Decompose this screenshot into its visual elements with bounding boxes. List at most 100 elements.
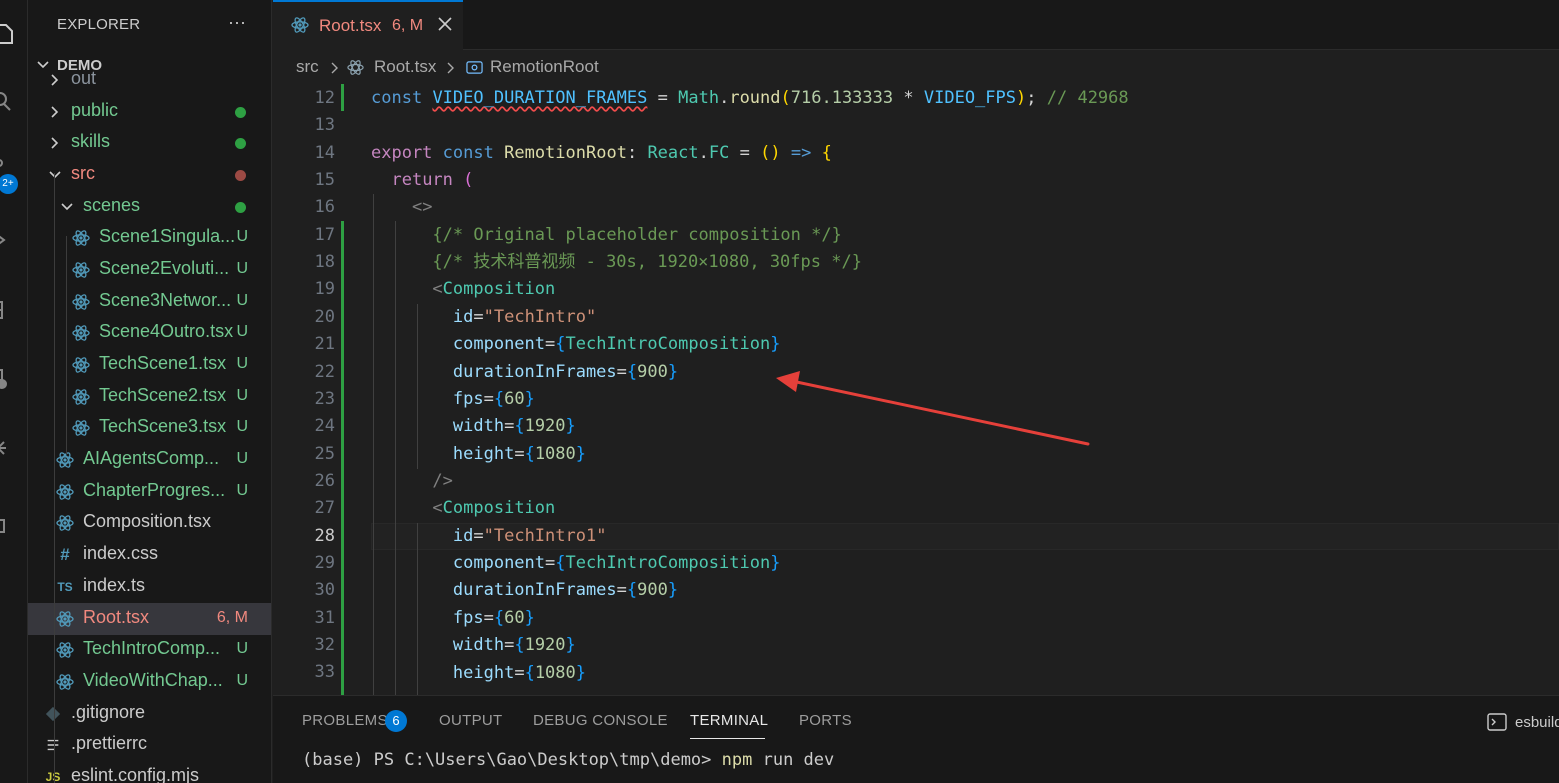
tree-item-label: TechIntroComp... — [83, 638, 221, 658]
terminal-icon — [1487, 713, 1507, 731]
close-icon[interactable] — [437, 16, 453, 32]
file--gitignore[interactable]: .gitignore — [28, 698, 271, 730]
file-scene2evoluti[interactable]: Scene2Evoluti... U — [28, 254, 271, 286]
line-number: 30 — [314, 580, 335, 600]
tree-item-label: src — [71, 163, 95, 183]
file-root-tsx[interactable]: Root.tsx 6, M — [28, 603, 271, 635]
file-techscene2-tsx[interactable]: TechScene2.tsx U — [28, 381, 271, 413]
status-dot — [235, 202, 246, 213]
code-line-26: /> — [432, 471, 453, 491]
code-line-16: <> — [411, 197, 433, 217]
tree-item-label: .prettierrc — [71, 733, 148, 753]
tree-item-label: scenes — [83, 195, 141, 215]
code-line-23: fps={60} — [452, 389, 535, 409]
file-chapterprogres[interactable]: ChapterProgres... U — [28, 476, 271, 508]
folder-out[interactable]: out — [28, 64, 271, 96]
tab-output[interactable]: OUTPUT — [439, 712, 502, 729]
terminal-output[interactable]: (base) PS C:\Users\Gao\Desktop\tmp\demo>… — [302, 750, 834, 770]
tab-ports[interactable]: PORTS — [799, 712, 852, 729]
line-number: 16 — [314, 197, 335, 217]
chevron-right-icon — [51, 74, 59, 86]
file-scene1singula[interactable]: Scene1Singula... U — [28, 222, 271, 254]
run-debug-icon[interactable] — [0, 228, 14, 252]
file--prettierrc[interactable]: .prettierrc — [28, 729, 271, 761]
chevron-right-icon — [51, 137, 59, 149]
tree-item-label: index.css — [83, 543, 159, 563]
line-number: 15 — [314, 170, 335, 190]
editor-area: Root.tsx 6, M src Root.tsx RemotionRoot … — [273, 0, 1559, 695]
tree-item-label: AIAgentsComp... — [83, 448, 220, 468]
code-line-33: height={1080} — [452, 663, 587, 683]
code-line-21: component={TechIntroComposition} — [452, 334, 781, 354]
line-number: 26 — [314, 471, 335, 491]
react-icon — [72, 261, 90, 279]
folder-skills[interactable]: skills — [28, 127, 271, 159]
file-techintrocomp[interactable]: TechIntroComp... U — [28, 634, 271, 666]
git-status-badge: U — [236, 323, 248, 340]
extensions-icon[interactable] — [0, 296, 14, 320]
tree-item-label: public — [71, 100, 119, 120]
breadcrumb: src Root.tsx RemotionRoot — [273, 50, 1559, 84]
file-techscene1-tsx[interactable]: TechScene1.tsx U — [28, 349, 271, 381]
terminal-instance-label: esbuild — [1515, 713, 1559, 731]
code-line-25: height={1080} — [452, 444, 587, 464]
code-editor[interactable]: 12 13 14 15 16 17 18 19 20 21 22 23 24 25 26 27 28 29 30 31… — [273, 84, 1559, 695]
react-icon — [72, 388, 90, 406]
file-aiagentscomp[interactable]: AIAgentsComp... U — [28, 444, 271, 476]
code-line-17: {/* Original placeholder composition */} — [371, 222, 842, 249]
file-techscene3-tsx[interactable]: TechScene3.tsx U — [28, 412, 271, 444]
react-icon — [72, 356, 90, 374]
more-actions-icon[interactable]: ··· — [228, 12, 246, 33]
tab-terminal[interactable]: TERMINAL — [690, 712, 768, 729]
file-composition-tsx[interactable]: Composition.tsx — [28, 507, 271, 539]
sparkle-icon[interactable] — [0, 436, 14, 460]
tree-item-label: Scene1Singula... — [99, 226, 234, 246]
git-status-badge: U — [236, 418, 248, 435]
remote-explorer-icon[interactable] — [0, 368, 14, 392]
file-index-ts[interactable]: TS index.ts — [28, 571, 271, 603]
folder-src[interactable]: src — [28, 159, 271, 191]
code-line-15: return ( — [391, 170, 474, 190]
typescript-icon: TS — [57, 580, 73, 594]
gutter-modified-mark — [341, 84, 344, 111]
file-eslint-config-mjs[interactable]: JS eslint.config.mjs — [28, 761, 271, 783]
code-line-22: durationInFrames={900} — [452, 362, 679, 382]
tab-problems[interactable]: PROBLEMS — [302, 712, 388, 729]
terminal-args: run dev — [752, 750, 835, 770]
breadcrumb-file[interactable]: Root.tsx — [374, 57, 436, 77]
search-icon[interactable] — [0, 90, 14, 114]
tree-item-label: VideoWithChap... — [83, 670, 223, 690]
code-line-30: durationInFrames={900} — [452, 580, 679, 600]
tree-item-label: Root.tsx — [83, 607, 150, 627]
react-icon — [72, 229, 90, 247]
line-number: 25 — [314, 444, 335, 464]
tree-item-label: .gitignore — [71, 702, 146, 722]
line-number: 22 — [314, 362, 335, 382]
bottom-panel: PROBLEMS 6 OUTPUT DEBUG CONSOLE TERMINAL… — [273, 695, 1559, 783]
terminal-instance[interactable]: esbuild — [1487, 712, 1559, 732]
folder-scenes[interactable]: scenes — [28, 191, 271, 223]
file-videowithchap[interactable]: VideoWithChap... U — [28, 666, 271, 698]
code-line-18: {/* 技术科普视频 - 30s, 1920×1080, 30fps */} — [371, 249, 862, 276]
code-line-19: <Composition — [432, 279, 556, 299]
panel-icon[interactable] — [0, 514, 14, 538]
line-number: 24 — [314, 416, 335, 436]
status-dot — [235, 170, 246, 181]
breadcrumb-symbol[interactable]: RemotionRoot — [490, 57, 599, 77]
code-line-29: component={TechIntroComposition} — [452, 553, 781, 573]
tab-label: Root.tsx — [319, 16, 382, 35]
files-icon[interactable] — [0, 22, 14, 46]
placeholder-comment: {/* Original placeholder composition */} — [432, 225, 842, 245]
file-index-css[interactable]: # index.css — [28, 539, 271, 571]
file-scene4outro-tsx[interactable]: Scene4Outro.tsx U — [28, 317, 271, 349]
folder-public[interactable]: public — [28, 96, 271, 128]
git-status-badge: U — [236, 482, 248, 499]
line-number: 33 — [314, 662, 335, 682]
tab-debug-console[interactable]: DEBUG CONSOLE — [533, 712, 668, 729]
tab-root-tsx[interactable]: Root.tsx 6, M — [273, 0, 463, 50]
git-status-badge: U — [236, 640, 248, 657]
file-scene3networ[interactable]: Scene3Networ... U — [28, 286, 271, 318]
react-icon — [72, 419, 90, 437]
breadcrumb-src[interactable]: src — [296, 57, 319, 77]
line-number: 28 — [314, 526, 335, 546]
